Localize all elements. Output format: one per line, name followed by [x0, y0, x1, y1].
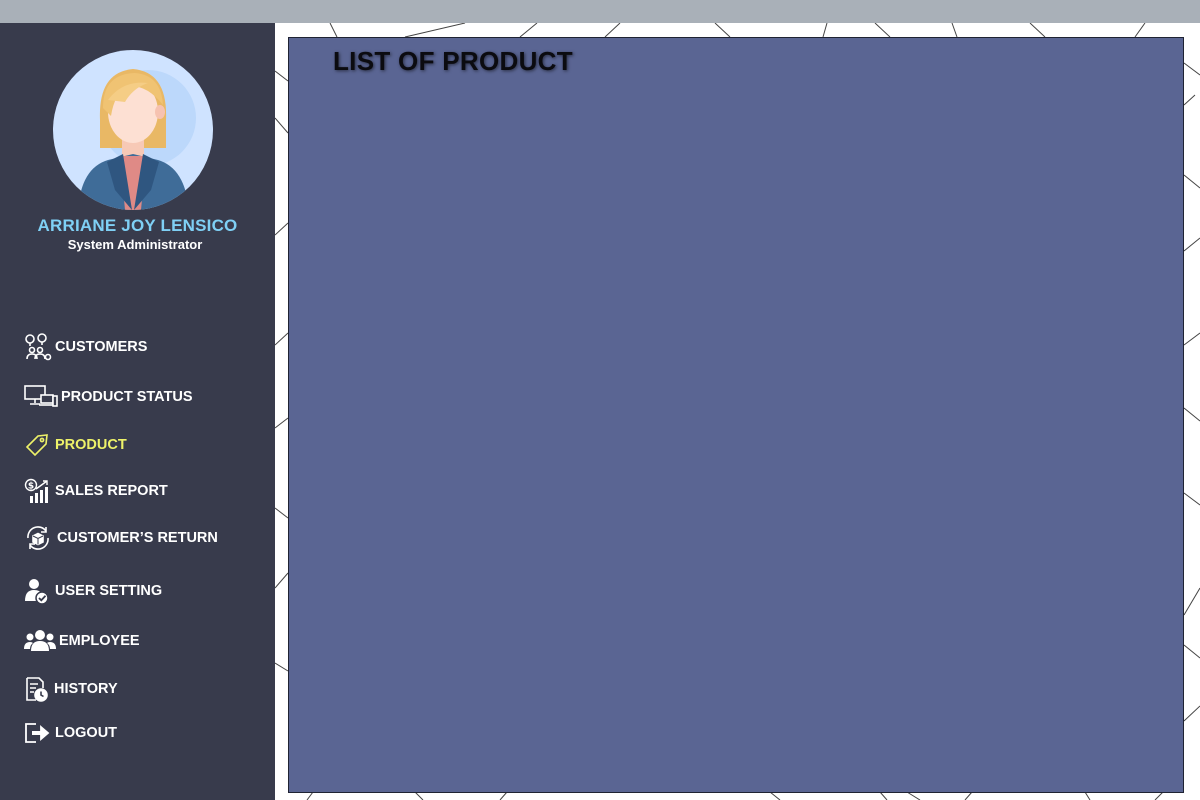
app-window: ARRIANE JOY LENSICO System Administrator… [0, 0, 1200, 800]
user-name: ARRIANE JOY LENSICO [37, 216, 238, 235]
logout-icon [24, 718, 54, 748]
nav-label: CUSTOMER’S RETURN [57, 530, 218, 546]
nav-item-customers[interactable]: CUSTOMERS [24, 332, 147, 362]
group-icon [24, 626, 58, 656]
sales-chart-icon: $ [24, 476, 54, 506]
nav-label: USER SETTING [55, 583, 163, 599]
return-box-icon [24, 523, 56, 553]
user-check-icon [24, 576, 54, 606]
history-icon [24, 674, 53, 704]
nav-item-logout[interactable]: LOGOUT [24, 718, 117, 748]
monitor-devices-icon [24, 382, 60, 412]
title-bar[interactable] [0, 0, 1200, 23]
nav-item-product-status[interactable]: PRODUCT STATUS [24, 382, 193, 412]
sidebar: ARRIANE JOY LENSICO System Administrator… [0, 23, 275, 800]
nav-label: HISTORY [54, 681, 118, 697]
nav-label: PRODUCT [55, 437, 127, 453]
user-role: System Administrator [67, 237, 203, 252]
nav-item-sales-report[interactable]: $ SALES REPORT [24, 476, 168, 506]
avatar [53, 50, 213, 210]
price-tag-icon [24, 430, 54, 460]
nav-item-customers-return[interactable]: CUSTOMER’S RETURN [24, 523, 218, 553]
nav-label: CUSTOMERS [55, 339, 148, 355]
nav-label: EMPLOYEE [59, 633, 140, 649]
nav-label: PRODUCT STATUS [61, 389, 193, 405]
customers-icon [24, 332, 54, 362]
nav-label: LOGOUT [55, 725, 118, 741]
page-title: LIST OF PRODUCT [333, 46, 573, 76]
svg-text:$: $ [28, 482, 34, 492]
nav-item-history[interactable]: HISTORY [24, 674, 118, 704]
nav-item-employee[interactable]: EMPLOYEE [24, 626, 140, 656]
nav-item-user-setting[interactable]: USER SETTING [24, 576, 162, 606]
nav-item-product[interactable]: PRODUCT [24, 430, 127, 460]
product-list-panel: LIST OF PRODUCT [288, 37, 1184, 793]
nav-label: SALES REPORT [55, 483, 168, 499]
